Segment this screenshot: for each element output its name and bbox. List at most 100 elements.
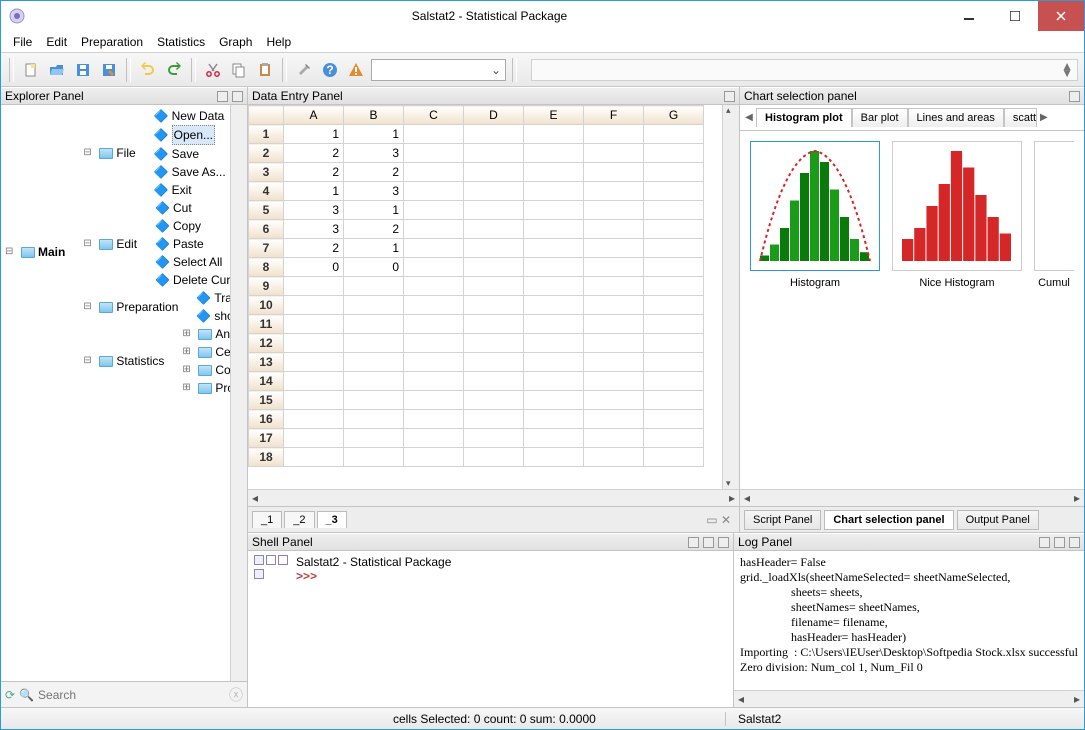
search-input[interactable] [38, 688, 225, 702]
sheet-tab-2[interactable]: _2 [284, 511, 314, 528]
panel-max-icon-3[interactable] [1069, 91, 1080, 102]
tree-folder-file[interactable]: File 🔷New Data 🔷Open... 🔷Save 🔷Save As..… [83, 107, 230, 199]
panel-min-icon[interactable] [217, 91, 228, 102]
undo-icon[interactable] [137, 59, 159, 81]
open-icon[interactable] [46, 59, 68, 81]
tree-folder-statistics[interactable]: Statistics Anova functions Central Tende… [83, 325, 230, 397]
help-icon[interactable]: ? [319, 59, 341, 81]
tab-chart-selection-panel[interactable]: Chart selection panel [824, 510, 953, 530]
chart-cat-prev[interactable]: ◀ [742, 107, 756, 129]
shell-banner: Salstat2 - Statistical Package [296, 555, 451, 569]
thumb-label: Histogram [750, 277, 880, 289]
tree-item-copy[interactable]: 🔷Copy [155, 217, 230, 235]
tab-script-panel[interactable]: Script Panel [744, 510, 821, 530]
tree-item-exit[interactable]: 🔷Exit [154, 181, 226, 199]
minimize-button[interactable] [946, 1, 992, 31]
toolbar-combo[interactable]: ⌄ [371, 59, 506, 81]
sheet-tab-1[interactable]: _1 [252, 511, 282, 528]
save-icon[interactable] [72, 59, 94, 81]
tree-item-open[interactable]: 🔷Open... [154, 125, 226, 145]
app-icon [7, 6, 27, 26]
panel-max-icon-s[interactable] [703, 537, 714, 548]
tree-item-select-all[interactable]: 🔷Select All [155, 253, 230, 271]
log-panel-title: Log Panel [734, 533, 1084, 551]
tree-item-correlation[interactable]: Correlation [182, 361, 230, 379]
chart-cat-lines[interactable]: Lines and areas [908, 108, 1004, 127]
thumb-cumulative[interactable]: Cumul [1034, 141, 1074, 289]
sheet-tabs: _1 _2 _3 ▭ ✕ [248, 506, 739, 532]
explorer-title-text: Explorer Panel [5, 89, 84, 103]
menu-preparation[interactable]: Preparation [75, 33, 149, 51]
toolbar-sep-1 [126, 58, 131, 82]
tree-folder-preparation[interactable]: Preparation 🔷Transform Data 🔷short data [83, 289, 230, 325]
tree-root-main[interactable]: Main File 🔷New Data 🔷Open... 🔷Save 🔷Save… [5, 107, 230, 397]
tree-item-save-as[interactable]: 🔷Save As... [154, 163, 226, 181]
menu-statistics[interactable]: Statistics [151, 33, 211, 51]
toolbar: ? ⌄ ▲▼ [1, 53, 1084, 87]
new-icon[interactable] [20, 59, 42, 81]
data-grid[interactable]: ABCDEFG111223322413531632721800910111213… [248, 105, 704, 467]
tree-item-paste[interactable]: 🔷Paste [155, 235, 230, 253]
formula-stepper[interactable]: ▲▼ [1061, 63, 1073, 77]
grid-hscrollbar[interactable]: ◂▸ [248, 489, 739, 506]
chart-cat-bar[interactable]: Bar plot [852, 108, 908, 127]
refresh-icon[interactable]: ⟳ [5, 688, 15, 702]
log-body[interactable]: hasHeader= False grid._loadXls(sheetName… [734, 551, 1084, 690]
panel-min-icon-s[interactable] [688, 537, 699, 548]
tree-item-delete-row[interactable]: 🔷Delete Current Row [155, 271, 230, 289]
bottom-tabs: Script Panel Chart selection panel Outpu… [740, 506, 1084, 532]
copy-icon[interactable] [228, 59, 250, 81]
grid-vscrollbar[interactable] [722, 105, 739, 489]
paste-icon[interactable] [254, 59, 276, 81]
chevron-down-icon: ⌄ [491, 63, 501, 77]
tree-item-short-data[interactable]: 🔷short data [196, 307, 230, 325]
tree-item-process-control[interactable]: Process Control [182, 379, 230, 397]
tree-item-anova[interactable]: Anova functions [182, 325, 230, 343]
gallery-hscrollbar[interactable]: ◂▸ [740, 489, 1084, 506]
tree-item-cut[interactable]: 🔷Cut [155, 199, 230, 217]
tree-item-save[interactable]: 🔷Save [154, 145, 226, 163]
panel-pin-icon-s[interactable] [718, 537, 729, 548]
panel-max-icon[interactable] [232, 91, 243, 102]
tree-item-new-data[interactable]: 🔷New Data [154, 107, 226, 125]
toolbar-sep-2 [191, 58, 196, 82]
settings-icon[interactable] [293, 59, 315, 81]
chart-cat-next[interactable]: ▶ [1037, 107, 1051, 129]
saveas-icon[interactable] [98, 59, 120, 81]
tree-item-central[interactable]: Central Tendency [182, 343, 230, 361]
sheet-tab-3[interactable]: _3 [317, 511, 347, 528]
thumb-label: Nice Histogram [892, 277, 1022, 289]
formula-bar[interactable]: ▲▼ [531, 59, 1078, 81]
menu-help[interactable]: Help [260, 33, 297, 51]
chart-cat-scatter[interactable]: scatt [1004, 108, 1037, 127]
panel-max-icon-l[interactable] [1054, 537, 1065, 548]
chart-panel-title: Chart selection panel [740, 87, 1084, 105]
shell-body[interactable]: Salstat2 - Statistical Package >>> [248, 551, 733, 707]
close-button[interactable] [1038, 1, 1084, 31]
tab-output-panel[interactable]: Output Panel [957, 510, 1039, 530]
tree-item-transform[interactable]: 🔷Transform Data [196, 289, 230, 307]
redo-icon[interactable] [163, 59, 185, 81]
shell-prompt: >>> [296, 569, 317, 583]
thumb-label: Cumul [1034, 277, 1074, 289]
chart-cat-histogram[interactable]: Histogram plot [756, 108, 852, 127]
tree-folder-edit[interactable]: Edit 🔷Cut 🔷Copy 🔷Paste 🔷Select All 🔷Dele… [83, 199, 230, 289]
menu-edit[interactable]: Edit [40, 33, 73, 51]
explorer-tree[interactable]: Main File 🔷New Data 🔷Open... 🔷Save 🔷Save… [1, 105, 230, 681]
log-hscrollbar[interactable]: ◂▸ [734, 690, 1084, 707]
tree-scrollbar[interactable] [230, 105, 247, 681]
data-entry-title-text: Data Entry Panel [252, 89, 343, 103]
panel-pin-icon-l[interactable] [1069, 537, 1080, 548]
menu-file[interactable]: File [7, 33, 38, 51]
maximize-button[interactable] [992, 1, 1038, 31]
chart-panel-title-text: Chart selection panel [744, 89, 857, 103]
thumb-nice-histogram[interactable]: Nice Histogram [892, 141, 1022, 289]
clear-search-icon[interactable]: ⓧ [229, 685, 243, 705]
sheet-close-icon[interactable]: ▭ ✕ [706, 513, 731, 527]
cut-icon[interactable] [202, 59, 224, 81]
thumb-histogram[interactable]: Histogram [750, 141, 880, 289]
menu-graph[interactable]: Graph [213, 33, 258, 51]
panel-min-icon-l[interactable] [1039, 537, 1050, 548]
warning-icon[interactable] [345, 59, 367, 81]
panel-max-icon-2[interactable] [724, 91, 735, 102]
